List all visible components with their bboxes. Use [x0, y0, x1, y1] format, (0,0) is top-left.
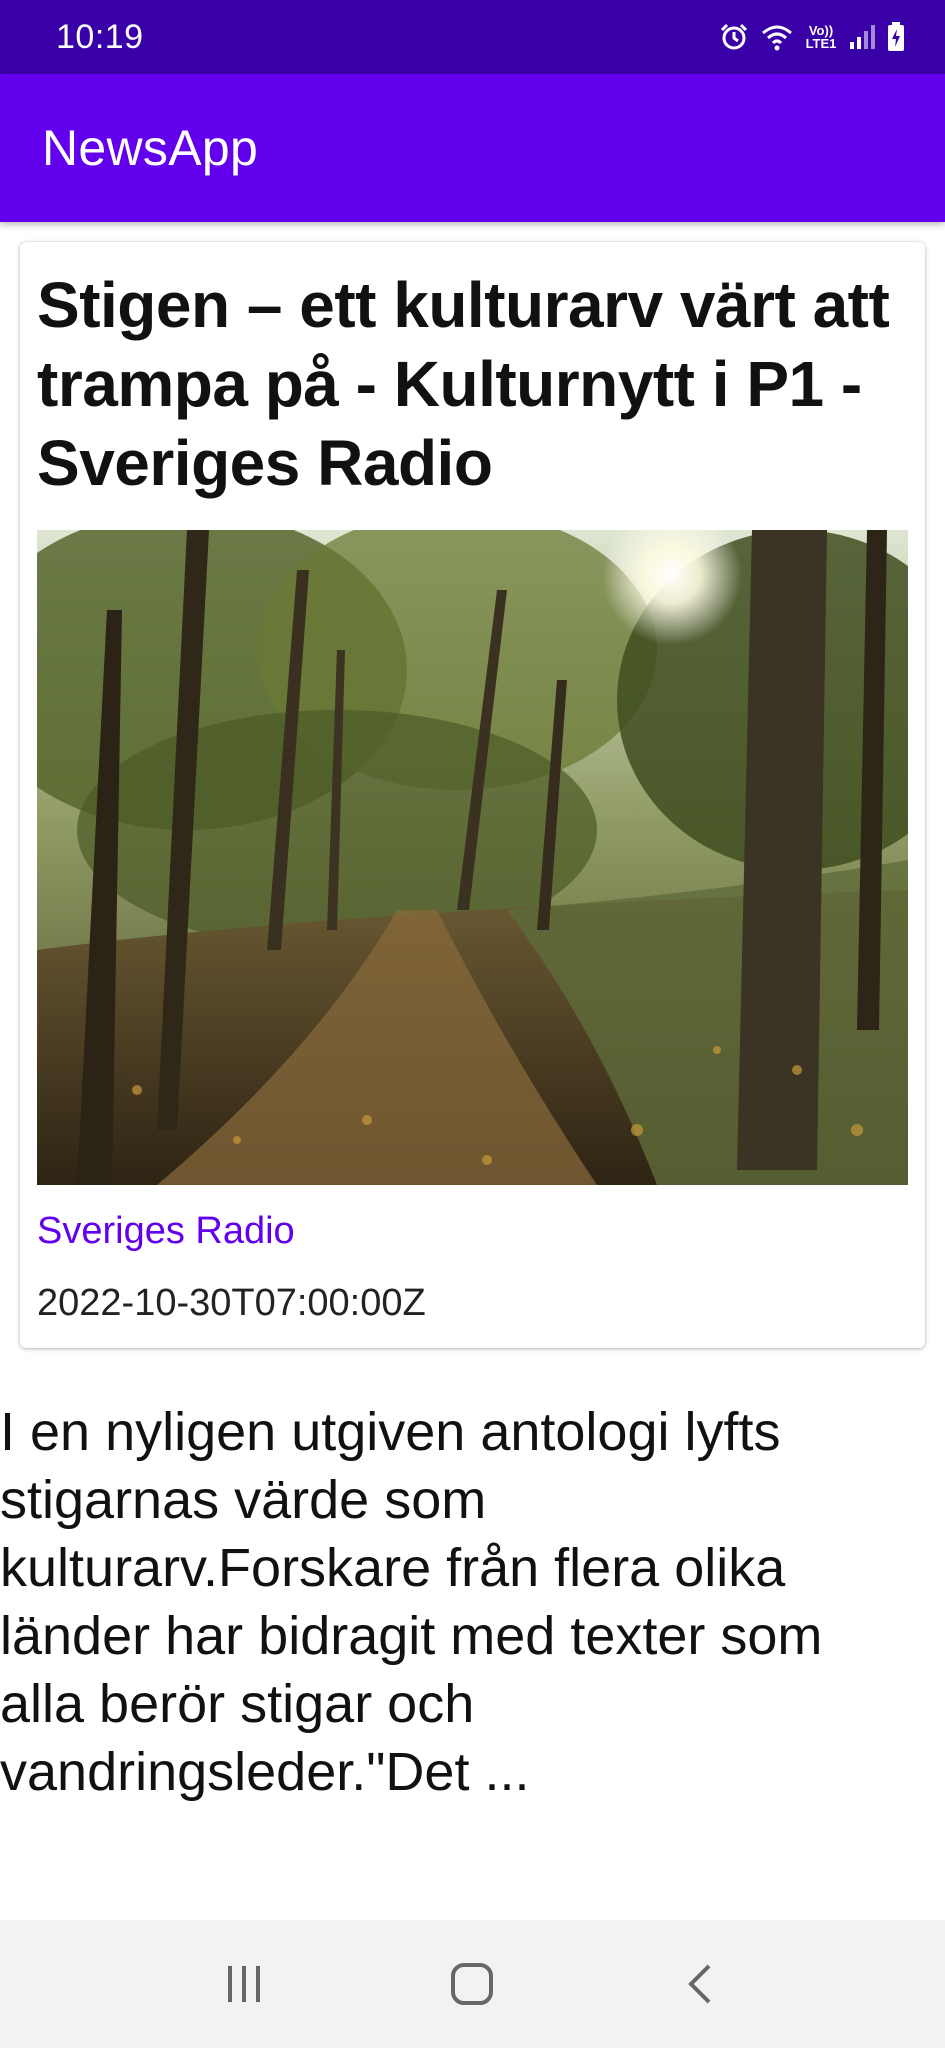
article-card[interactable]: Stigen – ett kulturarv värt att trampa p…	[20, 242, 925, 1348]
status-time: 10:19	[56, 17, 144, 56]
forest-path-photo	[37, 530, 908, 1185]
signal-icon	[849, 24, 875, 50]
alarm-icon	[719, 22, 749, 52]
back-button[interactable]	[641, 1934, 761, 2034]
volte-icon: Vo)) LTE1	[805, 23, 837, 51]
home-icon	[451, 1963, 494, 2005]
home-button[interactable]	[412, 1934, 532, 2034]
app-bar: NewsApp	[0, 74, 945, 222]
navigation-bar	[0, 1920, 945, 2048]
article-description: I en nyligen utgiven antologi lyfts stig…	[0, 1402, 823, 1802]
article-headline: Stigen – ett kulturarv värt att trampa p…	[37, 269, 890, 499]
recent-apps-icon	[228, 1966, 261, 2002]
wifi-icon	[761, 23, 793, 51]
status-bar: 10:19 Vo)) LTE1	[0, 0, 945, 74]
article-source: Sveriges Radio	[37, 1210, 295, 1252]
back-icon	[687, 1964, 711, 2004]
article-date: 2022-10-30T07:00:00Z	[37, 1282, 426, 1324]
recent-apps-button[interactable]	[184, 1934, 304, 2034]
app-title: NewsApp	[42, 120, 259, 176]
status-icons: Vo)) LTE1	[719, 22, 905, 52]
battery-charging-icon	[887, 22, 905, 52]
